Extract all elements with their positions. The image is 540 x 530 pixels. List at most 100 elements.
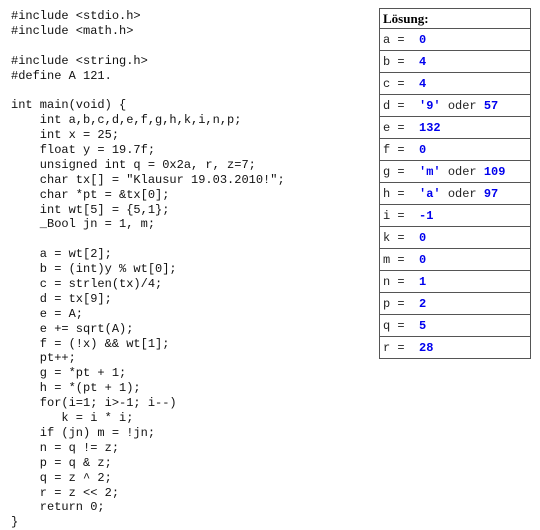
variable-value: 0 [419, 32, 427, 47]
solution-row: f = 0 [379, 138, 531, 161]
solution-cell: i = -1 [379, 204, 531, 227]
code-line: unsigned int q = 0x2a, r, z=7; [11, 157, 256, 172]
solution-row: h = 'a' oder 97 [379, 182, 531, 205]
solution-cell: f = 0 [379, 138, 531, 161]
variable-value: 0 [419, 142, 427, 157]
solution-row: i = -1 [379, 204, 531, 227]
solution-cell: e = 132 [379, 116, 531, 139]
variable-value: 1 [419, 274, 427, 289]
code-line: p = q & z; [11, 455, 112, 470]
variable-value: 28 [419, 340, 434, 355]
solution-cell: n = 1 [379, 270, 531, 293]
solution-title: Lösung: [379, 8, 531, 29]
solution-row: g = 'm' oder 109 [379, 160, 531, 183]
code-line: b = (int)y % wt[0]; [11, 262, 177, 277]
solution-row: p = 2 [379, 292, 531, 315]
code-line: } [11, 515, 19, 530]
code-line: g = *pt + 1; [11, 366, 127, 381]
variable-value: 2 [419, 296, 427, 311]
variable-value: 'm' [419, 164, 441, 179]
code-listing: #include <stdio.h> #include <math.h> #incl… [11, 9, 285, 530]
variable-value: 'a' [419, 186, 441, 201]
code-line: c = strlen(tx)/4; [11, 277, 163, 292]
oder-text: oder [440, 98, 484, 113]
code-line: int x = 25; [11, 128, 120, 143]
solution-row: k = 0 [379, 226, 531, 249]
code-line: #include <string.h> [11, 53, 148, 68]
variable-value: 0 [419, 230, 427, 245]
code-line: return 0; [11, 500, 105, 515]
equals-sign: = [390, 32, 420, 47]
alternate-value: 97 [483, 186, 499, 201]
solution-cell: h = 'a' oder 97 [379, 182, 531, 205]
solution-row: d = '9' oder 57 [379, 94, 531, 117]
code-line: a = wt[2]; [11, 247, 112, 262]
solution-cell: m = 0 [379, 248, 531, 271]
equals-sign: = [390, 120, 420, 135]
equals-sign: = [390, 98, 420, 113]
variable-value: 0 [419, 252, 427, 267]
code-line: for(i=1; i>-1; i--) [11, 396, 177, 411]
solution-cell: q = 5 [379, 314, 531, 337]
solution-header-row: Lösung: [379, 8, 531, 29]
code-line: q = z ^ 2; [11, 470, 112, 485]
equals-sign: = [390, 296, 420, 311]
code-line: #include <math.h> [11, 23, 134, 38]
solution-cell: d = '9' oder 57 [379, 94, 531, 117]
equals-sign: = [390, 76, 420, 91]
solution-table: Lösung: a = 0b = 4c = 4d = '9' oder 57 e … [379, 8, 531, 359]
code-line: k = i * i; [11, 411, 134, 426]
solution-cell: a = 0 [379, 28, 531, 51]
variable-value: 4 [419, 76, 427, 91]
solution-row: e = 132 [379, 116, 531, 139]
equals-sign: = [390, 340, 420, 355]
code-line: int main(void) { [11, 98, 127, 113]
equals-sign: = [390, 318, 420, 333]
equals-sign: = [390, 54, 420, 69]
equals-sign: = [390, 164, 420, 179]
code-line: n = q != z; [11, 440, 120, 455]
alternate-value: 109 [483, 164, 506, 179]
code-line: char tx[] = "Klausur 19.03.2010!"; [11, 172, 285, 187]
code-line: d = tx[9]; [11, 291, 112, 306]
oder-text: oder [440, 164, 484, 179]
solution-cell: k = 0 [379, 226, 531, 249]
variable-value: 5 [419, 318, 427, 333]
oder-text: oder [440, 186, 484, 201]
solution-cell: p = 2 [379, 292, 531, 315]
variable-value: 132 [419, 120, 441, 135]
solution-row: r = 28 [379, 336, 531, 359]
code-line: f = (!x) && wt[1]; [11, 336, 170, 351]
alternate-value: 57 [483, 98, 499, 113]
solution-cell: b = 4 [379, 50, 531, 73]
solution-row: a = 0 [379, 28, 531, 51]
code-line: if (jn) m = !jn; [11, 425, 156, 440]
equals-sign: = [390, 142, 420, 157]
solution-cell: g = 'm' oder 109 [379, 160, 531, 183]
solution-row: q = 5 [379, 314, 531, 337]
variable-value: '9' [419, 98, 441, 113]
code-line: int wt[5] = {5,1}; [11, 202, 170, 217]
variable-value: -1 [419, 208, 434, 223]
code-line: #include <stdio.h> [11, 9, 141, 23]
equals-sign: = [390, 274, 420, 289]
code-line: e += sqrt(A); [11, 321, 134, 336]
equals-sign: = [390, 252, 420, 267]
code-line: #define A 121. [11, 68, 112, 83]
solution-cell: c = 4 [379, 72, 531, 95]
solution-row: m = 0 [379, 248, 531, 271]
equals-sign: = [390, 186, 420, 201]
solution-row: b = 4 [379, 50, 531, 73]
equals-sign: = [390, 230, 420, 245]
code-line: _Bool jn = 1, m; [11, 217, 156, 232]
code-line: h = *(pt + 1); [11, 381, 141, 396]
code-line: e = A; [11, 306, 84, 321]
code-line: float y = 19.7f; [11, 143, 156, 158]
solution-cell: r = 28 [379, 336, 531, 359]
code-line: pt++; [11, 351, 76, 366]
variable-value: 4 [419, 54, 427, 69]
code-line: int a,b,c,d,e,f,g,h,k,i,n,p; [11, 113, 242, 128]
